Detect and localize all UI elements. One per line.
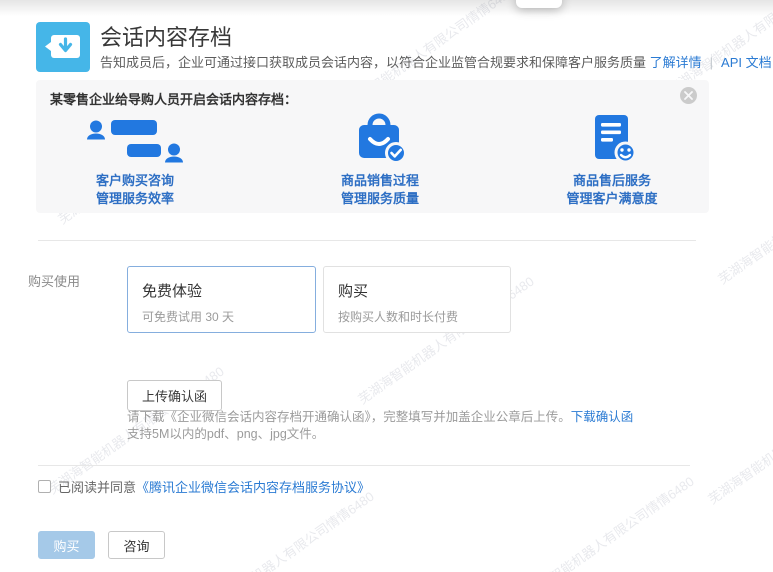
subtitle-text: 告知成员后，企业可通过接口获取成员会话内容，以符合企业监管合规要求和保障客户服务… [100,55,646,70]
option-title: 免费体验 [142,280,301,301]
consult-button[interactable]: 咨询 [108,531,165,559]
session-archive-page: 芜湖海智能机器人有限公司情情6480 芜湖海智能机器人有限公司情情6480 芜湖… [0,0,773,572]
option-desc: 可免费试用 30 天 [142,308,301,325]
file-format-hint: 支持5M以内的pdf、png、jpg文件。 [127,423,324,442]
feature-sales-process: 商品销售过程管理服务质量 [290,112,470,208]
floating-element-partial [516,0,562,8]
watermark-text: 芜湖海智能机器人有限公司情情6480 [194,486,378,572]
link-separator: | [710,55,713,70]
chat-users-icon [45,112,225,164]
feature-customer-consult: 客户购买咨询管理服务效率 [45,112,225,208]
document-smile-icon [522,112,702,164]
agreement-row: 已阅读并同意 《腾讯企业微信会话内容存档服务协议》 [38,477,370,496]
section-divider [38,465,690,466]
page-title: 会话内容存档 [100,20,232,52]
close-icon[interactable] [680,87,697,104]
agreement-text: 已阅读并同意 [58,477,136,496]
feature-label: 商品售后服务管理客户满意度 [522,172,702,208]
buy-button[interactable]: 购买 [38,531,95,559]
watermark-text: 芜湖海智能机器人有限公司情情6480 [514,471,698,572]
download-confirmation-link[interactable]: 下载确认函 [571,410,634,424]
shopping-bag-check-icon [290,112,470,164]
watermark-text: 芜湖海智能机器人有限公司情情6480 [714,151,773,288]
api-docs-link[interactable]: API 文档 [721,55,772,70]
promo-banner: 某零售企业给导购人员开启会话内容存档： 客户购买咨询管理服务效率 [36,80,709,213]
section-divider [38,240,696,241]
option-desc: 按购买人数和时长付费 [338,308,496,325]
learn-more-link[interactable]: 了解详情 [650,55,702,70]
agreement-checkbox[interactable] [38,480,51,493]
purchase-section-label: 购买使用 [28,271,80,290]
option-card-free-trial[interactable]: 免费体验 可免费试用 30 天 [127,266,316,333]
top-window-shadow [0,0,773,16]
download-chat-icon [36,22,90,72]
instruction-text: 请下载《企业微信会话内容存档开通确认函》，完整填写并加盖企业公章后上传。 [127,410,571,424]
watermark-text: 芜湖海智能机器人有限公司情情6480 [704,371,773,508]
feature-label: 客户购买咨询管理服务效率 [45,172,225,208]
option-title: 购买 [338,280,496,301]
feature-after-sales: 商品售后服务管理客户满意度 [522,112,702,208]
page-subtitle: 告知成员后，企业可通过接口获取成员会话内容，以符合企业监管合规要求和保障客户服务… [100,52,772,71]
feature-label: 商品销售过程管理服务质量 [290,172,470,208]
session-archive-app-icon [36,22,90,72]
service-agreement-link[interactable]: 《腾讯企业微信会话内容存档服务协议》 [136,477,370,496]
banner-title: 某零售企业给导购人员开启会话内容存档： [50,89,297,108]
option-card-purchase[interactable]: 购买 按购买人数和时长付费 [323,266,511,333]
